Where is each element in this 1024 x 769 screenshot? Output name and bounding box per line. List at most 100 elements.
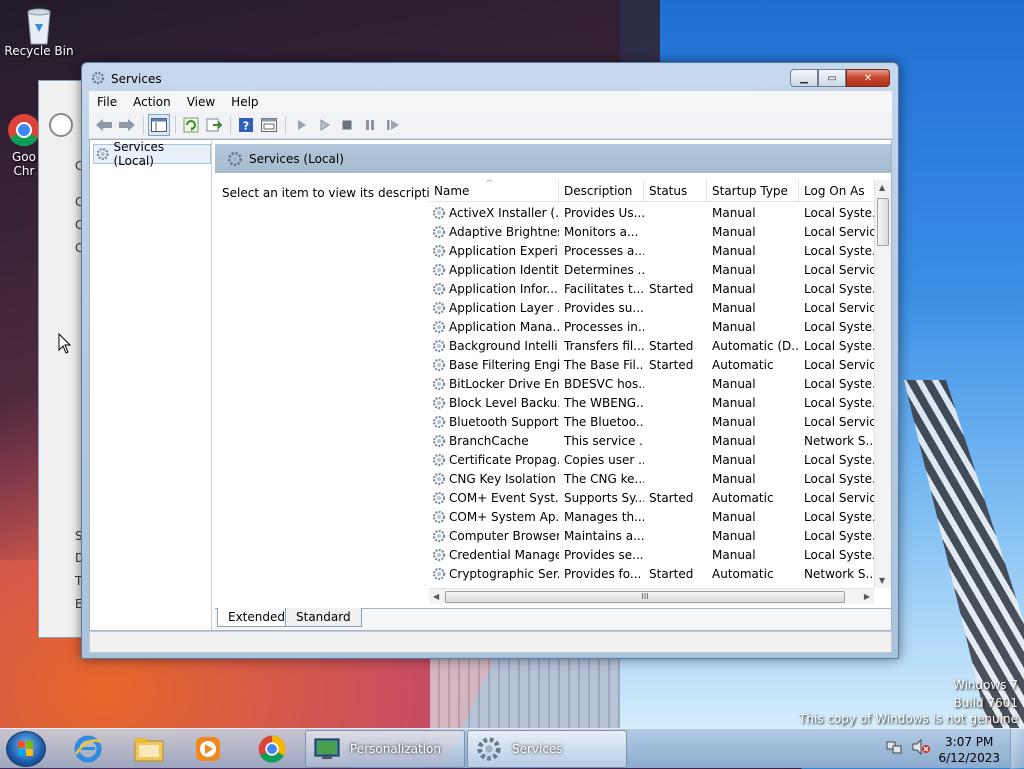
service-name: Adaptive Brightness: [449, 224, 559, 239]
service-logon-as: Local Syste...: [804, 205, 874, 220]
ie-taskbar-button[interactable]: [68, 733, 108, 765]
stop-service-button[interactable]: [336, 114, 358, 136]
scroll-left-icon[interactable]: ◀: [433, 592, 439, 601]
column-header-logon-as[interactable]: Log On As: [799, 180, 874, 202]
service-name: Application Infor...: [449, 281, 558, 296]
properties-button[interactable]: [258, 114, 280, 136]
table-row[interactable]: Base Filtering Engi... The Base Fil... Sta…: [429, 355, 874, 374]
service-description: Supports Sy...: [564, 490, 644, 505]
back-button[interactable]: [93, 114, 115, 136]
table-row[interactable]: Block Level Backu... The WBENG... Manual Lo…: [429, 393, 874, 412]
column-header-status[interactable]: Status: [644, 180, 707, 202]
restart-icon: [387, 120, 399, 130]
maximize-button[interactable]: ▭: [818, 69, 846, 87]
horizontal-scroll-thumb[interactable]: III: [445, 591, 845, 603]
services-list[interactable]: Name ^ Description Status Startup Type L…: [429, 180, 891, 604]
back-nav-icon[interactable]: [49, 113, 73, 137]
column-header-description[interactable]: Description: [559, 180, 644, 202]
service-status: Started: [649, 490, 694, 505]
service-gear-icon: [432, 472, 446, 485]
service-startup-type: Manual: [712, 281, 756, 296]
chrome-taskbar-button[interactable]: [252, 733, 292, 765]
table-row[interactable]: Certificate Propag... Copies user ... Manu…: [429, 450, 874, 469]
menu-view[interactable]: View: [179, 95, 223, 109]
service-name-cell: Base Filtering Engi...: [429, 358, 559, 372]
service-name-cell: Computer Browser: [429, 529, 559, 543]
scroll-down-icon[interactable]: ▼: [879, 576, 885, 585]
pause-service-button[interactable]: [359, 114, 381, 136]
table-row[interactable]: Adaptive Brightness Monitors a... Manual Lo…: [429, 222, 874, 241]
start-service-alt-button[interactable]: [313, 114, 335, 136]
show-desktop-button[interactable]: [1010, 729, 1024, 769]
service-name: Credential Manager: [449, 547, 559, 562]
service-startup-type: Manual: [712, 547, 756, 562]
table-row[interactable]: Application Mana... Processes in... Manual…: [429, 317, 874, 336]
column-header-name[interactable]: Name ^: [429, 180, 559, 202]
scroll-up-icon[interactable]: ▲: [879, 183, 885, 192]
refresh-button[interactable]: [180, 114, 202, 136]
horizontal-scrollbar[interactable]: ◀ III ▶: [429, 588, 874, 604]
menu-action[interactable]: Action: [125, 95, 179, 109]
minimize-button[interactable]: ▁: [790, 69, 818, 87]
menu-file[interactable]: File: [89, 95, 125, 109]
column-description-label: Description: [564, 184, 633, 198]
windows-logo-icon: [18, 741, 33, 756]
service-name-cell: Block Level Backu...: [429, 396, 559, 410]
service-description: Transfers fil...: [564, 338, 644, 353]
scroll-right-icon[interactable]: ▶: [864, 592, 870, 601]
service-name: Certificate Propag...: [449, 452, 559, 467]
table-row[interactable]: COM+ Event Syst... Supports Sy... Started A…: [429, 488, 874, 507]
close-button[interactable]: ✕: [846, 69, 890, 87]
table-row[interactable]: Cryptographic Ser... Provides fo... Starte…: [429, 564, 874, 583]
task-services[interactable]: Services: [467, 730, 627, 768]
table-row[interactable]: COM+ System Ap... Manages th... Manual Loca…: [429, 507, 874, 526]
media-player-taskbar-button[interactable]: [188, 733, 228, 765]
table-row[interactable]: Application Identity Determines ... Manual…: [429, 260, 874, 279]
table-row[interactable]: BitLocker Drive En... BDESVC hos... Manual…: [429, 374, 874, 393]
explorer-taskbar-button[interactable]: [129, 733, 169, 765]
table-row[interactable]: Credential Manager Provides se... Manual Lo…: [429, 545, 874, 564]
service-status: Started: [649, 281, 694, 296]
vertical-scroll-thumb[interactable]: [877, 198, 889, 246]
service-startup-type: Manual: [712, 452, 756, 467]
service-description: The CNG ke...: [564, 471, 644, 486]
table-row[interactable]: Application Layer ... Provides su... Manua…: [429, 298, 874, 317]
title-bar[interactable]: Services ▁ ▭ ✕: [82, 63, 898, 91]
export-list-icon: [206, 118, 222, 132]
service-gear-icon: [432, 225, 446, 238]
column-header-startup-type[interactable]: Startup Type: [707, 180, 799, 202]
table-row[interactable]: Background Intelli... Transfers fil... Sta…: [429, 336, 874, 355]
show-hide-console-tree-button[interactable]: [148, 114, 170, 136]
menu-help[interactable]: Help: [223, 95, 266, 109]
maximize-icon: ▭: [827, 72, 837, 84]
service-gear-icon: [432, 263, 446, 276]
table-row[interactable]: Computer Browser Maintains a... Manual Loca…: [429, 526, 874, 545]
start-service-button[interactable]: [290, 114, 312, 136]
export-list-button[interactable]: [203, 114, 225, 136]
refresh-icon: [183, 117, 199, 133]
table-row[interactable]: ActiveX Installer (... Provides Us... Manu…: [429, 203, 874, 222]
clock[interactable]: 3:07 PM 6/12/2023: [938, 734, 1000, 766]
mmc-client-area: Services (Local) Services (Local) Select…: [89, 139, 892, 631]
service-name-cell: BranchCache: [429, 434, 559, 448]
start-button[interactable]: [6, 731, 46, 767]
tree-item-services-local[interactable]: Services (Local): [93, 140, 211, 168]
recycle-bin-shortcut[interactable]: Recycle Bin: [4, 6, 74, 58]
vertical-scrollbar[interactable]: ▲ ▼: [874, 180, 891, 588]
help-button[interactable]: ?: [235, 114, 257, 136]
table-row[interactable]: BranchCache This service ... Manual Network…: [429, 431, 874, 450]
network-icon[interactable]: [886, 739, 902, 758]
table-row[interactable]: CNG Key Isolation The CNG ke... Manual Loca…: [429, 469, 874, 488]
table-row[interactable]: Application Experi... Processes a... Manua…: [429, 241, 874, 260]
restart-service-button[interactable]: [382, 114, 404, 136]
volume-muted-icon[interactable]: [912, 738, 930, 758]
service-name: Application Mana...: [449, 319, 559, 334]
table-row[interactable]: Bluetooth Support... The Bluetoo... Manual…: [429, 412, 874, 431]
forward-button[interactable]: [116, 114, 138, 136]
tab-standard[interactable]: Standard: [285, 608, 362, 627]
services-window[interactable]: Services ▁ ▭ ✕ File Action View Help ? S…: [81, 62, 899, 659]
back-arrow-icon: [96, 119, 112, 131]
task-personalization[interactable]: Personalization: [305, 730, 465, 768]
service-name-cell: Application Infor...: [429, 282, 559, 296]
table-row[interactable]: Application Infor... Facilitates t... Star…: [429, 279, 874, 298]
